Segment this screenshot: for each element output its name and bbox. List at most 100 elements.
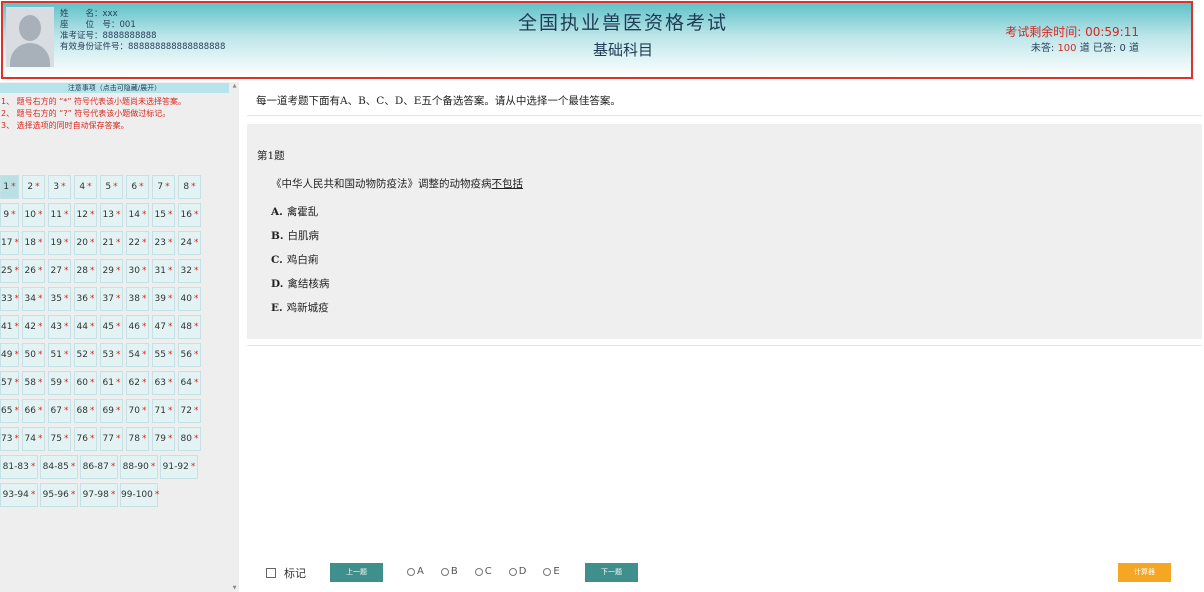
question-nav-button[interactable]: 49 * [0, 343, 19, 367]
question-nav-button[interactable]: 28 * [74, 259, 97, 283]
question-nav-button[interactable]: 4 * [74, 175, 97, 199]
question-nav-button[interactable]: 74 * [22, 427, 45, 451]
question-nav-button[interactable]: 75 * [48, 427, 71, 451]
question-nav-button[interactable]: 16 * [178, 203, 201, 227]
question-nav-button[interactable]: 60 * [74, 371, 97, 395]
sidebar-scrollbar[interactable]: ▲ ▼ [230, 82, 239, 592]
question-nav-button[interactable]: 46 * [126, 315, 149, 339]
question-nav-button[interactable]: 73 * [0, 427, 19, 451]
question-nav-button[interactable]: 95-96 * [40, 483, 78, 507]
question-nav-button[interactable]: 20 * [74, 231, 97, 255]
question-nav-button[interactable]: 11 * [48, 203, 71, 227]
question-nav-button[interactable]: 63 * [152, 371, 175, 395]
option-c[interactable]: C. 鸡白痢 [271, 248, 329, 272]
question-nav-button[interactable]: 54 * [126, 343, 149, 367]
answer-radio-c[interactable]: C [474, 566, 492, 577]
question-nav-button[interactable]: 7 * [152, 175, 175, 199]
mark-checkbox[interactable] [266, 568, 276, 578]
question-nav-button[interactable]: 84-85 * [40, 455, 78, 479]
question-nav-button[interactable]: 86-87 * [80, 455, 118, 479]
question-nav-button[interactable]: 23 * [152, 231, 175, 255]
question-nav-button[interactable]: 3 * [48, 175, 71, 199]
question-nav-button[interactable]: 79 * [152, 427, 175, 451]
question-nav-button[interactable]: 13 * [100, 203, 123, 227]
question-nav-button[interactable]: 41 * [0, 315, 19, 339]
question-nav-button[interactable]: 31 * [152, 259, 175, 283]
question-nav-button[interactable]: 14 * [126, 203, 149, 227]
question-nav-button[interactable]: 10 * [22, 203, 45, 227]
question-nav-button[interactable]: 71 * [152, 399, 175, 423]
question-nav-button[interactable]: 47 * [152, 315, 175, 339]
question-nav-button[interactable]: 55 * [152, 343, 175, 367]
question-nav-button[interactable]: 21 * [100, 231, 123, 255]
question-nav-button[interactable]: 17 * [0, 231, 19, 255]
question-nav-button[interactable]: 43 * [48, 315, 71, 339]
option-b[interactable]: B. 白肌病 [271, 224, 329, 248]
question-nav-button[interactable]: 45 * [100, 315, 123, 339]
question-nav-button[interactable]: 2 * [22, 175, 45, 199]
next-question-button[interactable]: 下一题 [585, 563, 638, 582]
answer-radio-a[interactable]: A [407, 566, 424, 577]
question-nav-button[interactable]: 93-94 * [0, 483, 38, 507]
question-nav-button[interactable]: 99-100 * [120, 483, 159, 507]
question-nav-button[interactable]: 39 * [152, 287, 175, 311]
question-nav-button[interactable]: 80 * [178, 427, 201, 451]
question-nav-button[interactable]: 1 * [0, 175, 19, 199]
scroll-down-icon[interactable]: ▼ [231, 585, 238, 591]
option-a[interactable]: A. 禽霍乱 [271, 200, 329, 224]
question-nav-button[interactable]: 40 * [178, 287, 201, 311]
question-nav-button[interactable]: 51 * [48, 343, 71, 367]
question-nav-button[interactable]: 58 * [22, 371, 45, 395]
question-nav-button[interactable]: 66 * [22, 399, 45, 423]
question-nav-button[interactable]: 72 * [178, 399, 201, 423]
question-nav-button[interactable]: 81-83 * [0, 455, 38, 479]
question-nav-button[interactable]: 22 * [126, 231, 149, 255]
mark-toggle[interactable]: 标记 [266, 565, 306, 581]
question-nav-button[interactable]: 30 * [126, 259, 149, 283]
question-nav-button[interactable]: 26 * [22, 259, 45, 283]
question-nav-button[interactable]: 70 * [126, 399, 149, 423]
answer-radio-d[interactable]: D [508, 566, 526, 577]
question-nav-button[interactable]: 91-92 * [160, 455, 198, 479]
question-nav-button[interactable]: 44 * [74, 315, 97, 339]
question-nav-button[interactable]: 78 * [126, 427, 149, 451]
question-nav-button[interactable]: 25 * [0, 259, 19, 283]
scroll-up-icon[interactable]: ▲ [231, 83, 238, 89]
question-nav-button[interactable]: 8 * [178, 175, 201, 199]
question-nav-button[interactable]: 61 * [100, 371, 123, 395]
question-nav-button[interactable]: 56 * [178, 343, 201, 367]
answer-radio-e[interactable]: E [543, 566, 560, 577]
question-nav-button[interactable]: 57 * [0, 371, 19, 395]
question-nav-button[interactable]: 29 * [100, 259, 123, 283]
question-nav-button[interactable]: 32 * [178, 259, 201, 283]
question-nav-button[interactable]: 37 * [100, 287, 123, 311]
question-nav-button[interactable]: 69 * [100, 399, 123, 423]
question-nav-button[interactable]: 65 * [0, 399, 19, 423]
prev-question-button[interactable]: 上一题 [330, 563, 383, 582]
notice-toggle[interactable]: 注意事项（点击可隐藏/展开） [0, 83, 229, 93]
question-nav-button[interactable]: 52 * [74, 343, 97, 367]
question-nav-button[interactable]: 42 * [22, 315, 45, 339]
question-nav-button[interactable]: 76 * [74, 427, 97, 451]
answer-radio-b[interactable]: B [440, 566, 458, 577]
question-nav-button[interactable]: 77 * [100, 427, 123, 451]
question-nav-button[interactable]: 18 * [22, 231, 45, 255]
question-nav-button[interactable]: 9 * [0, 203, 19, 227]
question-nav-button[interactable]: 48 * [178, 315, 201, 339]
question-nav-button[interactable]: 68 * [74, 399, 97, 423]
question-nav-button[interactable]: 62 * [126, 371, 149, 395]
question-nav-button[interactable]: 97-98 * [80, 483, 118, 507]
question-nav-button[interactable]: 6 * [126, 175, 149, 199]
question-nav-button[interactable]: 67 * [48, 399, 71, 423]
question-nav-button[interactable]: 64 * [178, 371, 201, 395]
question-nav-button[interactable]: 36 * [74, 287, 97, 311]
option-d[interactable]: D. 禽结核病 [271, 272, 329, 296]
question-nav-button[interactable]: 50 * [22, 343, 45, 367]
question-nav-button[interactable]: 38 * [126, 287, 149, 311]
question-nav-button[interactable]: 33 * [0, 287, 19, 311]
question-nav-button[interactable]: 24 * [178, 231, 201, 255]
question-nav-button[interactable]: 12 * [74, 203, 97, 227]
question-nav-button[interactable]: 27 * [48, 259, 71, 283]
question-nav-button[interactable]: 5 * [100, 175, 123, 199]
question-nav-button[interactable]: 19 * [48, 231, 71, 255]
